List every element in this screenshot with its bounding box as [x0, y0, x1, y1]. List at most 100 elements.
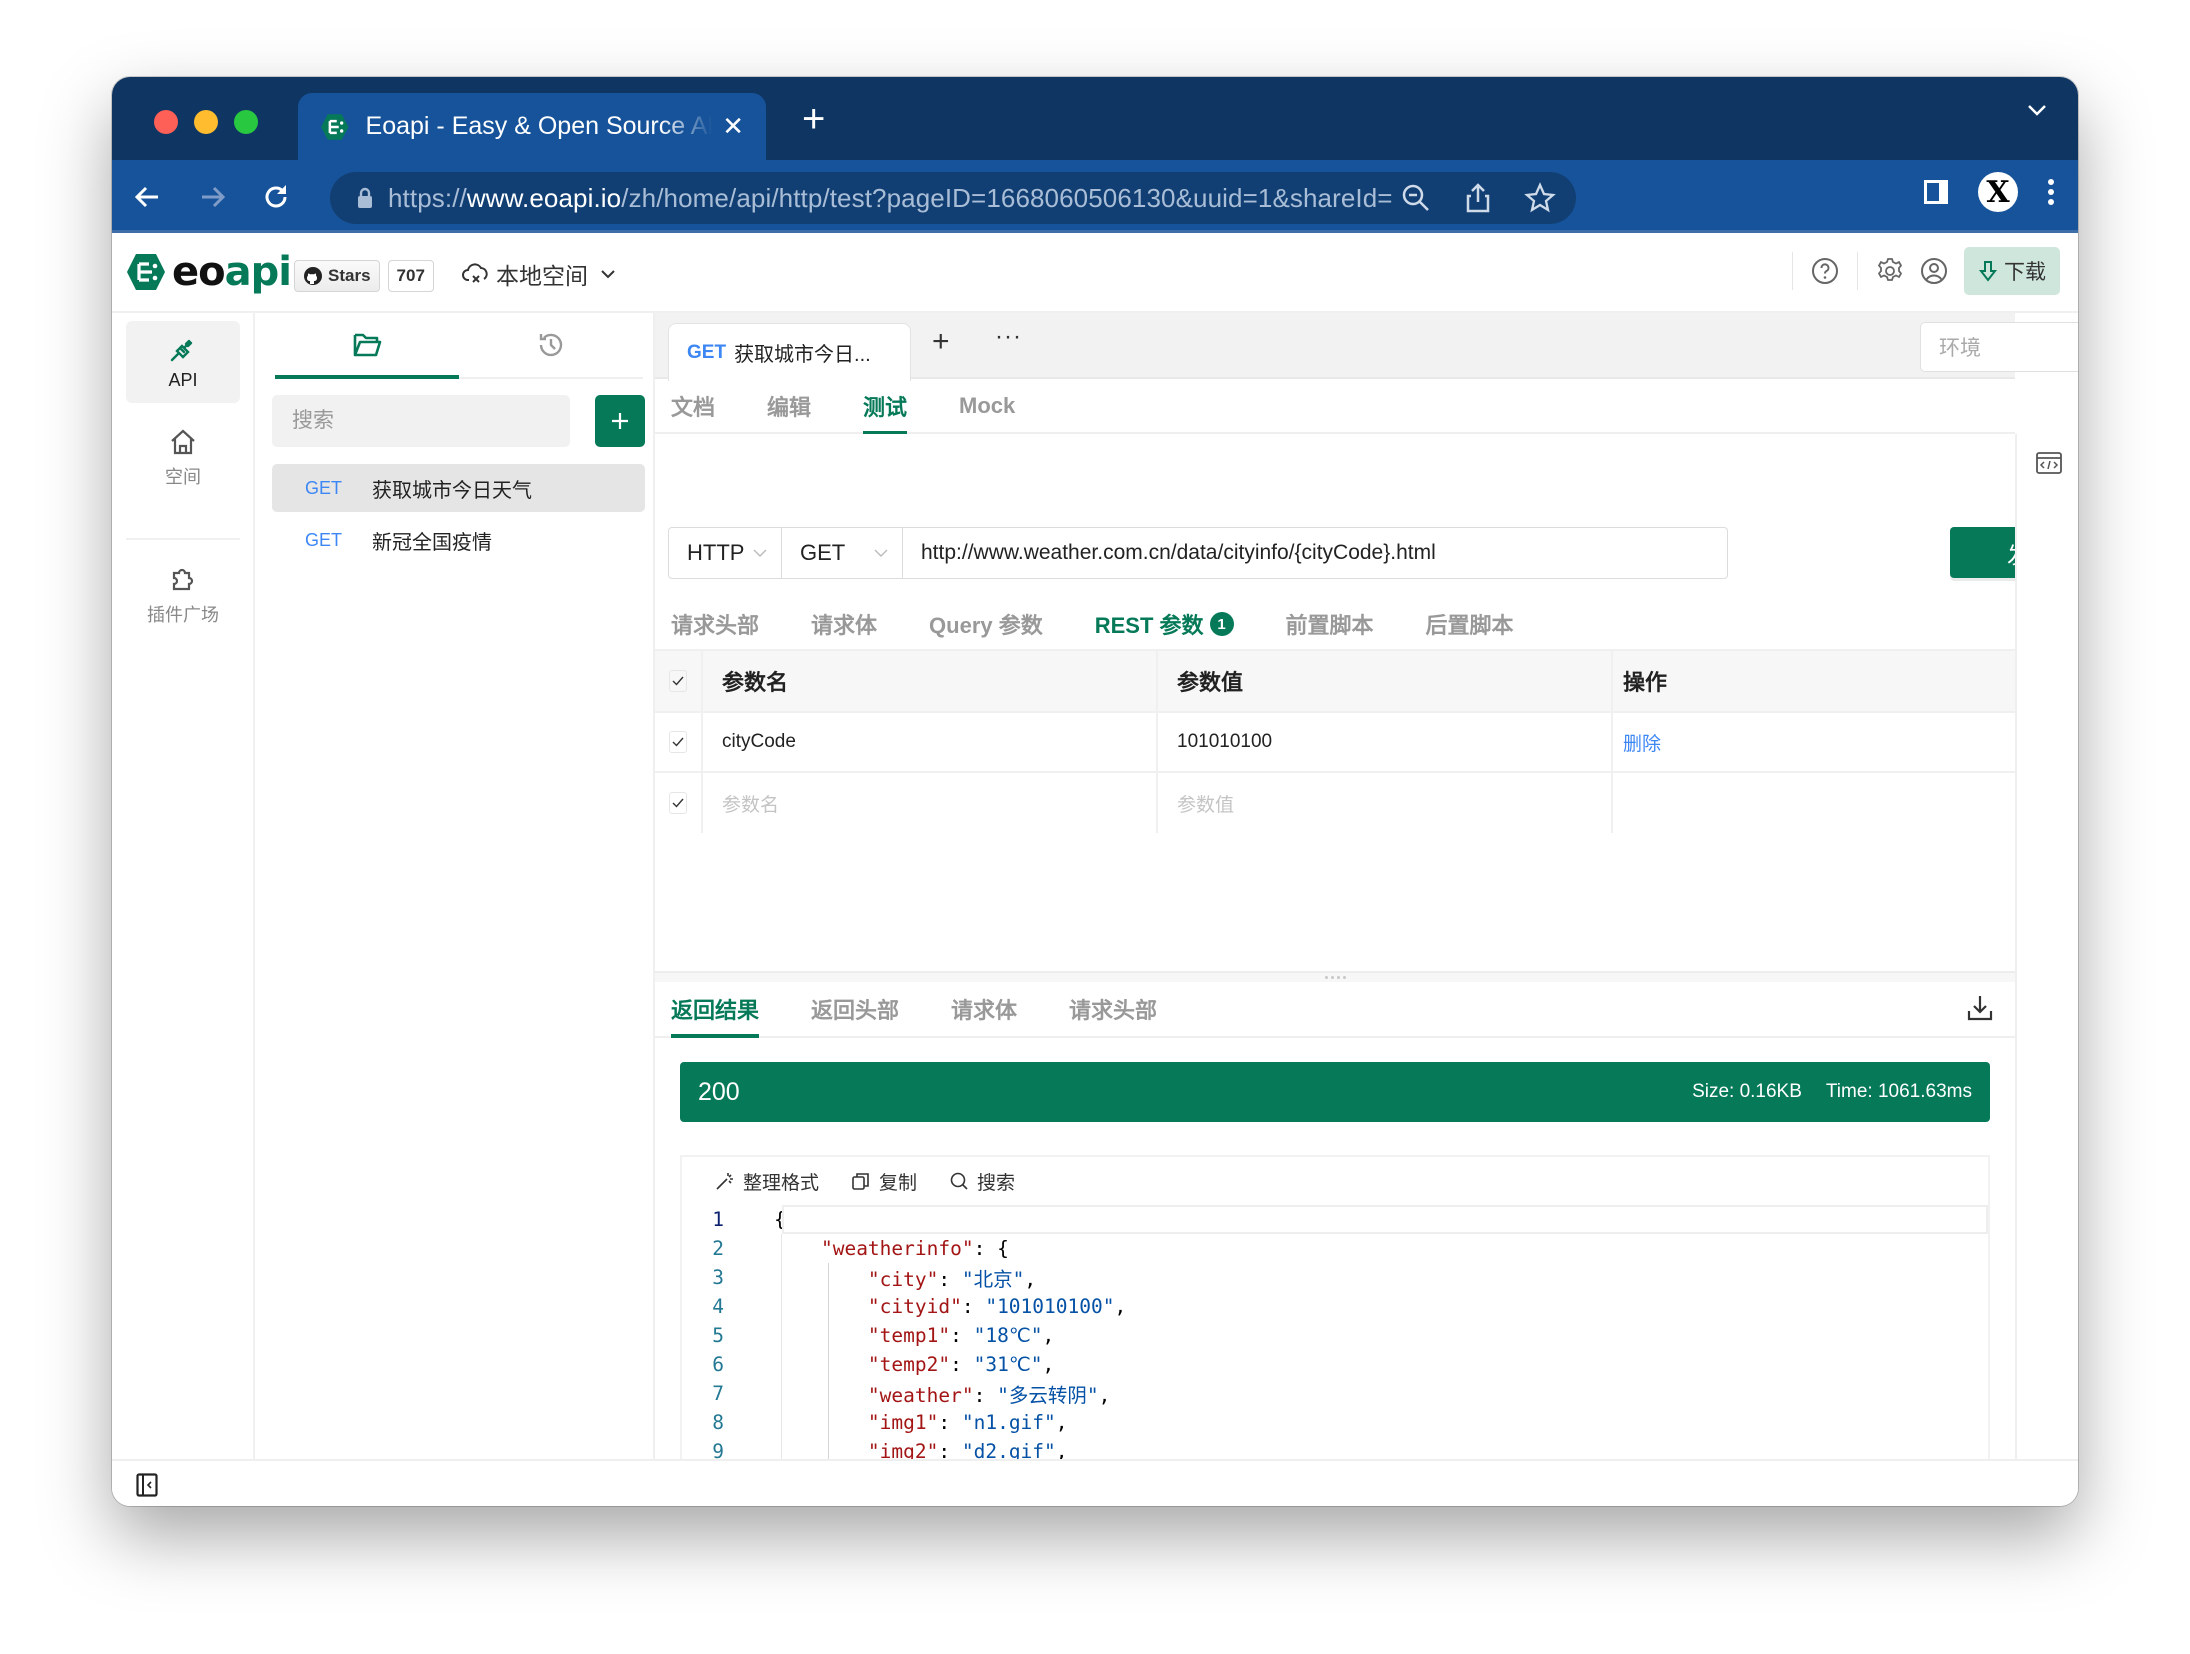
json-key: "weatherinfo": [820, 1237, 974, 1260]
document-tab-active[interactable]: GET 获取城市今日...: [668, 323, 911, 381]
download-response-icon[interactable]: [1965, 993, 1995, 1023]
add-document-tab-button[interactable]: +: [932, 325, 950, 359]
browser-tab-active[interactable]: Eoapi - Easy & Open Source API Tools ✕: [298, 93, 766, 160]
row-checkbox[interactable]: [669, 792, 687, 814]
tab-sent-body[interactable]: 请求体: [951, 982, 1017, 1036]
tab-request-headers[interactable]: 请求头部: [671, 597, 759, 651]
rest-params-table: 参数名 参数值 操作 cityCode 101010100 删除 参数名 参数值: [655, 649, 2015, 833]
row-checkbox[interactable]: [669, 731, 687, 753]
download-button[interactable]: 下载: [1964, 247, 2060, 295]
github-stars-button[interactable]: Stars: [294, 260, 380, 292]
api-list-item[interactable]: GET 获取城市今日天气: [272, 464, 645, 512]
reload-icon[interactable]: [258, 179, 294, 215]
tab-post-script[interactable]: 后置脚本: [1426, 597, 1514, 651]
search-code-button[interactable]: 搜索: [949, 1168, 1015, 1195]
delete-param-link[interactable]: 删除: [1623, 729, 1661, 756]
response-tabs: 返回结果 返回头部 请求体 请求头部: [655, 982, 2015, 1038]
column-header-value: 参数值: [1158, 651, 1613, 711]
protocol-select[interactable]: HTTP: [668, 527, 782, 579]
eoapi-favicon-icon: [320, 113, 349, 140]
tab-query-params[interactable]: Query 参数: [929, 597, 1043, 651]
github-icon: [304, 267, 322, 285]
tab-mock[interactable]: Mock: [959, 379, 1015, 432]
tab-search-chevron-icon[interactable]: [2026, 103, 2048, 117]
sidebar-item-workspace[interactable]: 空间: [126, 417, 240, 499]
maximize-window-button[interactable]: [234, 110, 258, 134]
add-api-button[interactable]: [595, 395, 645, 447]
json-key: "city": [867, 1268, 939, 1291]
profile-avatar[interactable]: X: [1978, 172, 2018, 212]
tab-response-body[interactable]: 返回结果: [671, 982, 760, 1038]
document-tabs: GET 获取城市今日... + ··· 环境: [655, 313, 2078, 381]
select-all-checkbox[interactable]: [669, 670, 687, 692]
code-toolbar: 整理格式 复制 搜索: [682, 1157, 1988, 1205]
sidebar-item-plugins[interactable]: 插件广场: [126, 555, 240, 637]
code-line: 4 "cityid": "101010100",: [682, 1292, 1988, 1321]
tab-api-list[interactable]: [275, 313, 459, 379]
eoapi-logo-icon: [127, 254, 165, 290]
code-line: 5 "temp1": "18℃",: [682, 1321, 1988, 1350]
tab-history[interactable]: [459, 313, 643, 377]
method-select[interactable]: GET: [782, 527, 903, 579]
code-text: "cityid": "101010100",: [867, 1295, 1127, 1318]
copy-button[interactable]: 复制: [851, 1168, 917, 1195]
cloud-offline-icon: [462, 263, 488, 283]
checkmark-icon: [672, 676, 684, 686]
param-value-cell[interactable]: 101010100: [1158, 713, 1613, 771]
tab-response-headers[interactable]: 返回头部: [811, 982, 899, 1036]
param-value-input[interactable]: 参数值: [1158, 773, 1613, 833]
tab-test[interactable]: 测试: [863, 379, 908, 434]
param-name-cell[interactable]: cityCode: [703, 713, 1158, 771]
tab-rest-params[interactable]: REST 参数 1: [1094, 597, 1234, 653]
code-text: "temp2": "31℃",: [867, 1353, 1055, 1376]
more-tabs-button[interactable]: ···: [995, 323, 1022, 351]
tab-sent-headers[interactable]: 请求头部: [1069, 982, 1157, 1036]
code-text: "temp1": "18℃",: [867, 1324, 1055, 1347]
checkmark-icon: [672, 737, 684, 747]
address-url[interactable]: https://www.eoapi.io/zh/home/api/http/te…: [388, 183, 1393, 214]
tab-pre-script[interactable]: 前置脚本: [1286, 597, 1374, 651]
tab-edit[interactable]: 编辑: [767, 379, 811, 432]
workspace-selector[interactable]: 本地空间: [462, 257, 616, 291]
zoom-out-icon[interactable]: [1400, 182, 1432, 214]
main-panel: GET 获取城市今日... + ··· 环境 文档 编辑 测试 Mock HTT…: [655, 313, 2078, 1506]
browser-tab-title: Eoapi - Easy & Open Source API Tools: [365, 112, 713, 140]
browser-menu-icon[interactable]: [2046, 177, 2056, 207]
code-text: "city": "北京",: [867, 1268, 1037, 1291]
new-tab-button[interactable]: +: [802, 97, 825, 142]
app-header: eoapi Stars 707 本地空间 下载: [112, 233, 2078, 313]
forward-arrow-icon[interactable]: [194, 179, 230, 215]
close-tab-icon[interactable]: ✕: [722, 111, 744, 142]
browser-window: Eoapi - Easy & Open Source API Tools ✕ +…: [112, 77, 2078, 1506]
bookmark-star-icon[interactable]: [1524, 182, 1556, 214]
app-status-bar: [112, 1459, 2078, 1506]
collapse-sidebar-icon[interactable]: [136, 1473, 158, 1497]
account-button[interactable]: [1912, 249, 1956, 293]
api-list-item[interactable]: GET 新冠全国疫情: [272, 516, 645, 564]
tab-docs[interactable]: 文档: [671, 379, 715, 432]
close-window-button[interactable]: [154, 110, 178, 134]
tab-request-body[interactable]: 请求体: [811, 597, 877, 651]
address-bar[interactable]: https://www.eoapi.io/zh/home/api/http/te…: [330, 172, 1576, 224]
settings-button[interactable]: [1868, 249, 1912, 293]
param-name-input[interactable]: 参数名: [703, 773, 1158, 833]
response-code-editor[interactable]: 整理格式 复制 搜索 1{2 "weatherinfo": {3 "city":…: [680, 1155, 1990, 1506]
line-number: 1: [712, 1208, 724, 1231]
help-button[interactable]: [1803, 249, 1847, 293]
format-button[interactable]: 整理格式: [715, 1168, 819, 1195]
sidebar-divider: [126, 538, 240, 540]
request-url-input[interactable]: [903, 527, 1728, 579]
eoapi-logo[interactable]: eoapi: [126, 249, 292, 295]
environment-select[interactable]: 环境: [1920, 322, 2078, 372]
api-search-input[interactable]: [272, 395, 570, 447]
minimize-window-button[interactable]: [194, 110, 218, 134]
github-stars[interactable]: Stars 707: [294, 260, 434, 292]
user-circle-icon: [1921, 258, 1947, 284]
panel-resize-handle[interactable]: [655, 971, 2015, 982]
sidebar-item-api[interactable]: API: [126, 321, 240, 403]
checkmark-icon: [672, 798, 684, 808]
back-arrow-icon[interactable]: [130, 179, 166, 215]
side-panel-icon[interactable]: [1922, 178, 1950, 206]
share-icon[interactable]: [1462, 182, 1494, 214]
code-snippet-icon[interactable]: [2036, 452, 2062, 474]
